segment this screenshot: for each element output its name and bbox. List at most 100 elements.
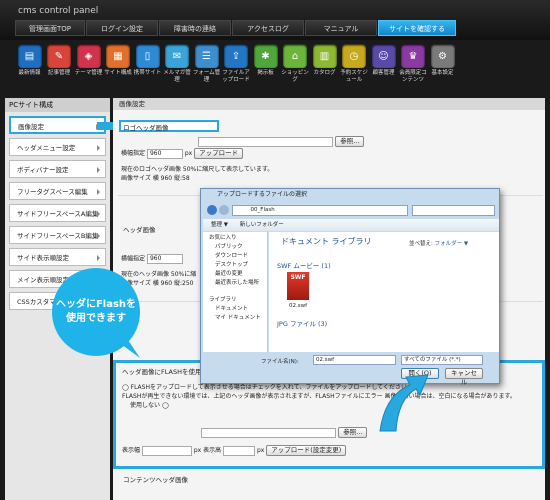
tree-downloads[interactable]: ダウンロード bbox=[203, 252, 267, 261]
logo-file-input[interactable] bbox=[198, 136, 333, 147]
group-swf[interactable]: SWF ムービー (1) bbox=[277, 260, 331, 270]
tool-icon-bar: ▤ 最新情報 ✎ 記事管理 ◈ テーマ管理 ▦ サイト構成 ▯ 携帯サイト ✉ メルマガ管理 ☰ フォーム… bbox=[0, 40, 550, 95]
dialog-file-view: ドキュメント ライブラリ 並べ替え: フォルダー ▼ SWF ムービー (1) … bbox=[269, 232, 499, 352]
flash-height-input[interactable] bbox=[223, 445, 256, 456]
forward-icon[interactable] bbox=[218, 205, 229, 215]
logo-header-title: ロゴヘッダ画像 bbox=[123, 124, 169, 132]
header-width-input[interactable]: 960 bbox=[146, 254, 183, 264]
tool-label: サイト構成 bbox=[104, 70, 132, 76]
dialog-title: アップロードするファイルの選択 bbox=[217, 191, 308, 198]
tree-recent-places[interactable]: 最近表示した場所 bbox=[203, 279, 267, 288]
organize-button[interactable]: 整理 ▼ bbox=[211, 222, 228, 228]
tool-settings[interactable]: ⚙ 基本設定 bbox=[428, 40, 457, 95]
logo-current-info: 現在のロゴヘッダ画像 50%に縮尺して表示しています。 画像サイズ 横 960 … bbox=[121, 165, 273, 183]
logo-title-highlight: ロゴヘッダ画像 bbox=[119, 120, 219, 132]
catalog-icon: ▥ bbox=[312, 44, 337, 68]
header-current-info: 現在のヘッダ画像 50%に縮 画像サイズ 横 960 縦:250 bbox=[121, 270, 196, 288]
logo-upload-button[interactable]: アップロード bbox=[194, 148, 244, 159]
logo-size-line: 画像サイズ 横 960 縦:58 bbox=[121, 175, 190, 182]
tree-libraries[interactable]: ライブラリ bbox=[203, 296, 267, 305]
tool-form[interactable]: ☰ フォーム管理 bbox=[192, 40, 221, 95]
nav-access-log[interactable]: アクセスログ bbox=[232, 20, 304, 36]
nav-incident-contact[interactable]: 障害時の連絡 bbox=[159, 20, 231, 36]
dialog-search-input[interactable] bbox=[411, 204, 495, 216]
callout-text: ヘッダにFlashを使用できます bbox=[55, 299, 137, 324]
sidebar-item-header-menu[interactable]: ヘッダメニュー設定 bbox=[9, 138, 106, 156]
tool-label: ファイルアップロード bbox=[222, 70, 250, 83]
sort-label: 並べ替え: bbox=[409, 241, 433, 247]
app-title: cms control panel bbox=[18, 6, 99, 16]
tool-members[interactable]: ♛ 会員限定コンテンツ bbox=[399, 40, 428, 95]
flash-width-label: 表示幅 bbox=[122, 447, 141, 454]
sidebar-item-side-free-a[interactable]: サイドフリースペースA編集 bbox=[9, 204, 106, 222]
tool-customer[interactable]: ☺ 顧客管理 bbox=[369, 40, 398, 95]
swf-file-item[interactable]: SWF 02.swf bbox=[283, 272, 313, 314]
flash-width-input[interactable] bbox=[141, 445, 192, 456]
tree-favorites[interactable]: お気に入り bbox=[203, 234, 267, 243]
tree-recent-changes[interactable]: 最近の変更 bbox=[203, 270, 267, 279]
tool-label: メルマガ管理 bbox=[163, 70, 191, 83]
flash-radio-unused[interactable]: ◯ bbox=[162, 402, 169, 409]
tree-documents[interactable]: ドキュメント bbox=[203, 305, 267, 314]
tool-schedule[interactable]: ◷ 予約スケジュール bbox=[340, 40, 369, 95]
tool-label: フォーム管理 bbox=[192, 70, 221, 83]
tool-label: 基本設定 bbox=[431, 70, 454, 76]
sidebar-item-side-free-b[interactable]: サイドフリースペースB編集 bbox=[9, 226, 106, 244]
tool-article[interactable]: ✎ 記事管理 bbox=[45, 40, 74, 95]
tree-desktop[interactable]: デスクトップ bbox=[203, 261, 267, 270]
tool-shopping[interactable]: ⌂ ショッピング bbox=[281, 40, 310, 95]
flash-description: ◯ FLASHをアップロードして表示させる場合はチェックを入れて、ファイルをアッ… bbox=[122, 383, 532, 410]
nav-login-settings[interactable]: ログイン設定 bbox=[86, 20, 158, 36]
sidebar-heading: PCサイト構成 bbox=[5, 98, 110, 112]
curved-arrow bbox=[379, 374, 429, 432]
tool-site-structure[interactable]: ▦ サイト構成 bbox=[104, 40, 133, 95]
logo-px-unit: px bbox=[184, 150, 193, 157]
sidebar-item-body-banner[interactable]: ボディバナー設定 bbox=[9, 160, 106, 178]
nav-top[interactable]: 管理画面TOP bbox=[15, 20, 85, 36]
sort-dropdown[interactable]: フォルダー ▼ bbox=[435, 241, 468, 247]
group-jpg[interactable]: JPG ファイル (3) bbox=[277, 318, 327, 328]
file-upload-icon: ⇪ bbox=[224, 44, 248, 68]
sidebar-item-image-settings[interactable]: 画像設定 bbox=[9, 116, 106, 134]
tool-theme[interactable]: ◈ テーマ管理 bbox=[74, 40, 103, 95]
logo-width-input[interactable]: 960 bbox=[146, 148, 183, 159]
tool-bbs[interactable]: ✱ 掲示板 bbox=[251, 40, 280, 95]
header-current-line: 現在のヘッダ画像 50%に縮 bbox=[121, 271, 197, 278]
logo-browse-button[interactable]: 参照... bbox=[335, 136, 365, 147]
header-image-title: ヘッダ画像 bbox=[123, 226, 156, 234]
form-icon: ☰ bbox=[194, 44, 219, 68]
nav-manual[interactable]: マニュアル bbox=[305, 20, 377, 36]
flash-browse-button[interactable]: 参照... bbox=[338, 427, 368, 438]
tool-label: ショッピング bbox=[281, 70, 309, 83]
tool-file-upload[interactable]: ⇪ ファイルアップロード bbox=[222, 40, 251, 95]
tool-mobile-site[interactable]: ▯ 携帯サイト bbox=[133, 40, 162, 95]
flash-radio-use[interactable]: ◯ bbox=[122, 384, 131, 391]
sidebar-item-free-tag[interactable]: フリータグスペース編集 bbox=[9, 182, 106, 200]
tool-label: 掲示板 bbox=[257, 70, 274, 76]
tree-my-documents[interactable]: マイ ドキュメント bbox=[203, 314, 267, 323]
contents-header-title: コンテンツヘッダ画像 bbox=[123, 476, 188, 484]
flash-file-input[interactable] bbox=[201, 427, 336, 438]
flash-upload-button[interactable]: アップロード(設定変更) bbox=[266, 445, 347, 456]
swf-file-icon: SWF bbox=[287, 272, 309, 300]
tool-catalog[interactable]: ▥ カタログ bbox=[310, 40, 339, 95]
top-bar: cms control panel 管理画面TOP ログイン設定 障害時の連絡 … bbox=[0, 0, 550, 40]
tool-label: カタログ bbox=[313, 70, 336, 76]
newsletter-icon: ✉ bbox=[165, 44, 189, 68]
view-site-button[interactable]: サイトを確認する bbox=[378, 20, 456, 36]
tool-label: 携帯サイト bbox=[133, 70, 162, 76]
tool-newsletter[interactable]: ✉ メルマガ管理 bbox=[163, 40, 192, 95]
header-width-label: 横幅指定 bbox=[121, 255, 146, 263]
article-icon: ✎ bbox=[47, 44, 71, 68]
back-icon[interactable] bbox=[207, 205, 217, 215]
main-heading: 画像設定 bbox=[113, 98, 545, 110]
address-bar[interactable]: 00_Flash bbox=[231, 204, 408, 216]
tree-public[interactable]: パブリック bbox=[203, 243, 267, 252]
theme-icon: ◈ bbox=[76, 44, 101, 68]
tool-news[interactable]: ▤ 最新情報 bbox=[15, 40, 44, 95]
customer-icon: ☺ bbox=[371, 44, 396, 68]
tool-label: テーマ管理 bbox=[74, 70, 103, 76]
dialog-folder-tree: お気に入り パブリック ダウンロード デスクトップ 最近の変更 最近表示した場所… bbox=[203, 232, 268, 352]
new-folder-button[interactable]: 新しいフォルダー bbox=[240, 222, 284, 228]
sidebar-item-side-order[interactable]: サイド表示順設定 bbox=[9, 248, 106, 266]
